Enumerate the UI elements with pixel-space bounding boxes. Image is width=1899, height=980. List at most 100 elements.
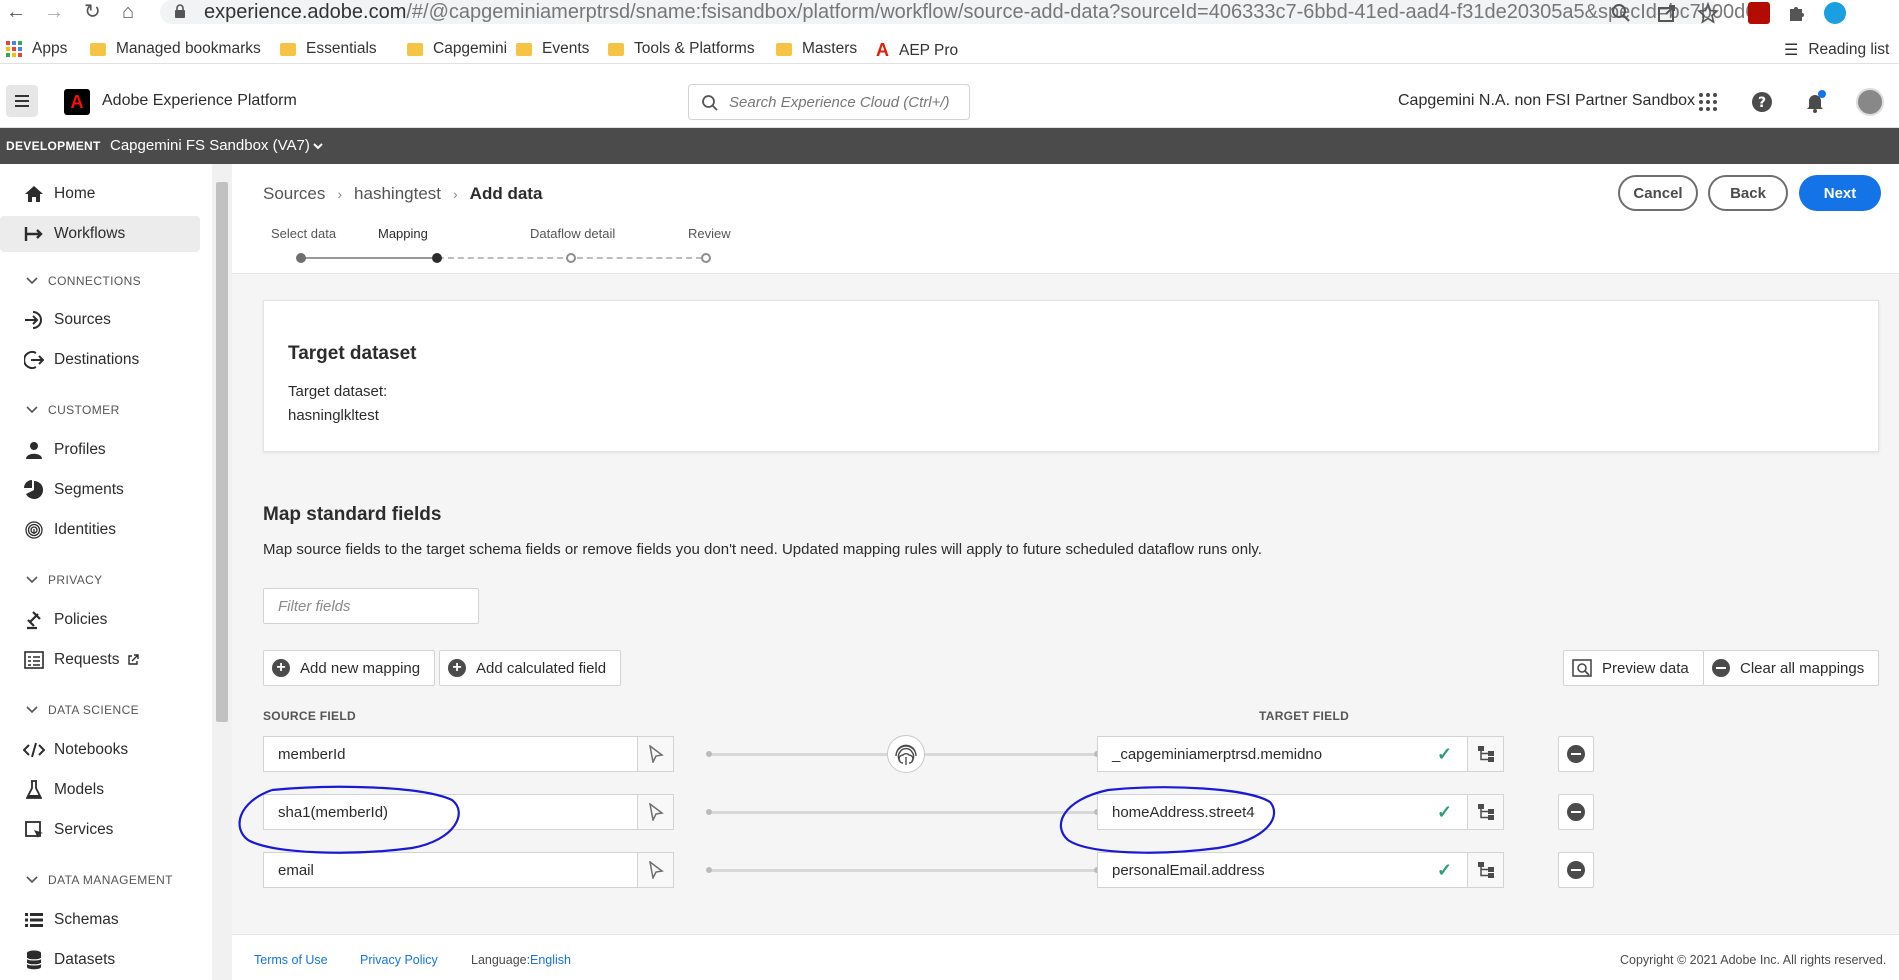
terms-link[interactable]: Terms of Use (254, 953, 328, 967)
svg-text:?: ? (1758, 95, 1766, 111)
nav-workflows[interactable]: Workflows (0, 216, 200, 252)
language-label: Language: (471, 953, 531, 967)
schema-tree-icon[interactable] (1467, 737, 1503, 771)
zoom-icon[interactable] (1610, 2, 1632, 24)
sandbox-switcher[interactable]: Capgemini FS Sandbox (VA7) (110, 137, 310, 154)
identity-fingerprint-icon[interactable] (887, 735, 925, 773)
app-title[interactable]: Adobe Experience Platform (102, 92, 297, 110)
bookmark-managed[interactable]: Managed bookmarks (90, 40, 261, 58)
address-bar[interactable]: experience.adobe.com/#/@capgeminiamerptr… (160, 0, 1764, 24)
section-connections[interactable]: CONNECTIONS (26, 274, 141, 288)
nav-profiles[interactable]: Profiles (0, 432, 200, 468)
section-data-science[interactable]: DATA SCIENCE (26, 703, 139, 717)
source-field-input[interactable]: memberId (263, 736, 674, 772)
notifications-bell-icon[interactable] (1803, 90, 1827, 114)
back-button[interactable]: Back (1708, 175, 1788, 211)
language-link[interactable]: English (530, 953, 571, 967)
nav-policies[interactable]: Policies (0, 602, 200, 638)
star-icon[interactable] (1697, 2, 1719, 24)
reading-list[interactable]: ☰ Reading list (1784, 40, 1889, 60)
policies-gavel-icon (27, 611, 41, 630)
breadcrumb-sources[interactable]: Sources (263, 184, 325, 204)
avatar[interactable] (1856, 88, 1884, 116)
scrollbar-thumb[interactable] (216, 182, 228, 722)
source-field-input[interactable]: sha1(memberId) (263, 794, 674, 830)
source-select-cursor-icon[interactable] (637, 853, 673, 887)
nav-segments[interactable]: Segments (0, 472, 200, 508)
nav-services[interactable]: Services (0, 812, 200, 848)
remove-mapping-button[interactable] (1558, 736, 1594, 772)
bookmark-events[interactable]: Events (516, 40, 589, 58)
reload-icon[interactable]: ↻ (84, 0, 101, 24)
main-content: Sources › hashingtest › Add data Select … (232, 164, 1899, 980)
nav-schemas[interactable]: Schemas (0, 902, 200, 938)
clear-all-mappings-button[interactable]: Clear all mappings (1703, 650, 1880, 686)
target-field-input[interactable]: _capgeminiamerptrsd.memidno ✓ (1097, 736, 1504, 772)
search-input[interactable]: Search Experience Cloud (Ctrl+/) (688, 84, 970, 120)
add-new-mapping-button[interactable]: + Add new mapping (263, 650, 436, 686)
nav-sources[interactable]: Sources (0, 302, 200, 338)
chevron-down-icon[interactable] (312, 140, 324, 152)
privacy-link[interactable]: Privacy Policy (360, 953, 438, 967)
next-button[interactable]: Next (1799, 175, 1881, 211)
checkmark-icon: ✓ (1437, 743, 1453, 764)
org-switcher[interactable]: Capgemini N.A. non FSI Partner Sandbox (1398, 92, 1695, 110)
target-field-input[interactable]: homeAddress.street4 ✓ (1097, 794, 1504, 830)
share-icon[interactable] (1656, 2, 1678, 24)
menu-icon[interactable] (6, 85, 38, 117)
remove-mapping-button[interactable] (1558, 852, 1594, 888)
schema-tree-icon[interactable] (1467, 795, 1503, 829)
section-data-management[interactable]: DATA MANAGEMENT (26, 873, 173, 887)
folder-icon (407, 42, 423, 56)
nav-home[interactable]: Home (0, 176, 200, 212)
target-field-input[interactable]: personalEmail.address ✓ (1097, 852, 1504, 888)
bookmark-capgemini[interactable]: Capgemini (407, 40, 507, 58)
source-select-cursor-icon[interactable] (637, 795, 673, 829)
breadcrumb-dataset[interactable]: hashingtest (354, 184, 441, 204)
profile-extension-icon[interactable] (1824, 2, 1846, 24)
source-select-cursor-icon[interactable] (637, 737, 673, 771)
bookmark-tools[interactable]: Tools & Platforms (608, 40, 755, 58)
bookmarks-bar: Apps Managed bookmarks Essentials Capgem… (0, 36, 1899, 64)
nav-datasets[interactable]: Datasets (0, 942, 200, 978)
cancel-button[interactable]: Cancel (1618, 175, 1698, 211)
card-title: Target dataset (288, 343, 417, 364)
home-icon (25, 186, 43, 202)
step-mapping: Mapping (378, 226, 428, 241)
add-calculated-field-button[interactable]: + Add calculated field (439, 650, 622, 686)
nav-destinations[interactable]: Destinations (0, 342, 200, 378)
adobe-extension-icon[interactable] (1748, 2, 1770, 24)
step-dot-current (432, 253, 442, 263)
preview-data-button[interactable]: Preview data (1563, 650, 1704, 686)
bookmark-masters[interactable]: Masters (776, 40, 857, 58)
remove-mapping-button[interactable] (1558, 794, 1594, 830)
nav-notebooks[interactable]: Notebooks (0, 732, 200, 768)
section-title: Map standard fields (263, 504, 442, 525)
bookmark-aep-pro[interactable]: A AEP Pro (876, 40, 958, 61)
bookmark-apps[interactable]: Apps (6, 40, 67, 58)
folder-icon (280, 42, 296, 56)
sidebar-scrollbar[interactable] (212, 164, 232, 980)
filter-fields-input[interactable]: Filter fields (263, 588, 479, 624)
forward-arrow-icon[interactable]: → (44, 0, 64, 24)
back-arrow-icon[interactable]: ← (6, 0, 26, 24)
adobe-logo[interactable]: A (64, 89, 90, 115)
section-privacy[interactable]: PRIVACY (26, 573, 103, 587)
source-field-input[interactable]: email (263, 852, 674, 888)
schema-tree-icon[interactable] (1467, 853, 1503, 887)
sandbox-bar: DEVELOPMENT Capgemini FS Sandbox (VA7) (0, 128, 1899, 164)
nav-requests[interactable]: Requests (0, 642, 200, 678)
nav-models[interactable]: Models (0, 772, 200, 808)
extensions-puzzle-icon[interactable] (1786, 2, 1808, 24)
step-connector (302, 257, 432, 259)
left-nav: Home Workflows CONNECTIONS Sources Desti… (0, 164, 210, 980)
app-switcher-icon[interactable] (1696, 90, 1720, 114)
home-icon[interactable]: ⌂ (122, 0, 134, 24)
section-customer[interactable]: CUSTOMER (26, 403, 120, 417)
bookmark-essentials[interactable]: Essentials (280, 40, 377, 58)
source-field-header: SOURCE FIELD (263, 709, 356, 723)
help-icon[interactable]: ? (1750, 90, 1774, 114)
external-link-icon (128, 654, 140, 665)
connector-dot (706, 809, 712, 815)
nav-identities[interactable]: Identities (0, 512, 200, 548)
